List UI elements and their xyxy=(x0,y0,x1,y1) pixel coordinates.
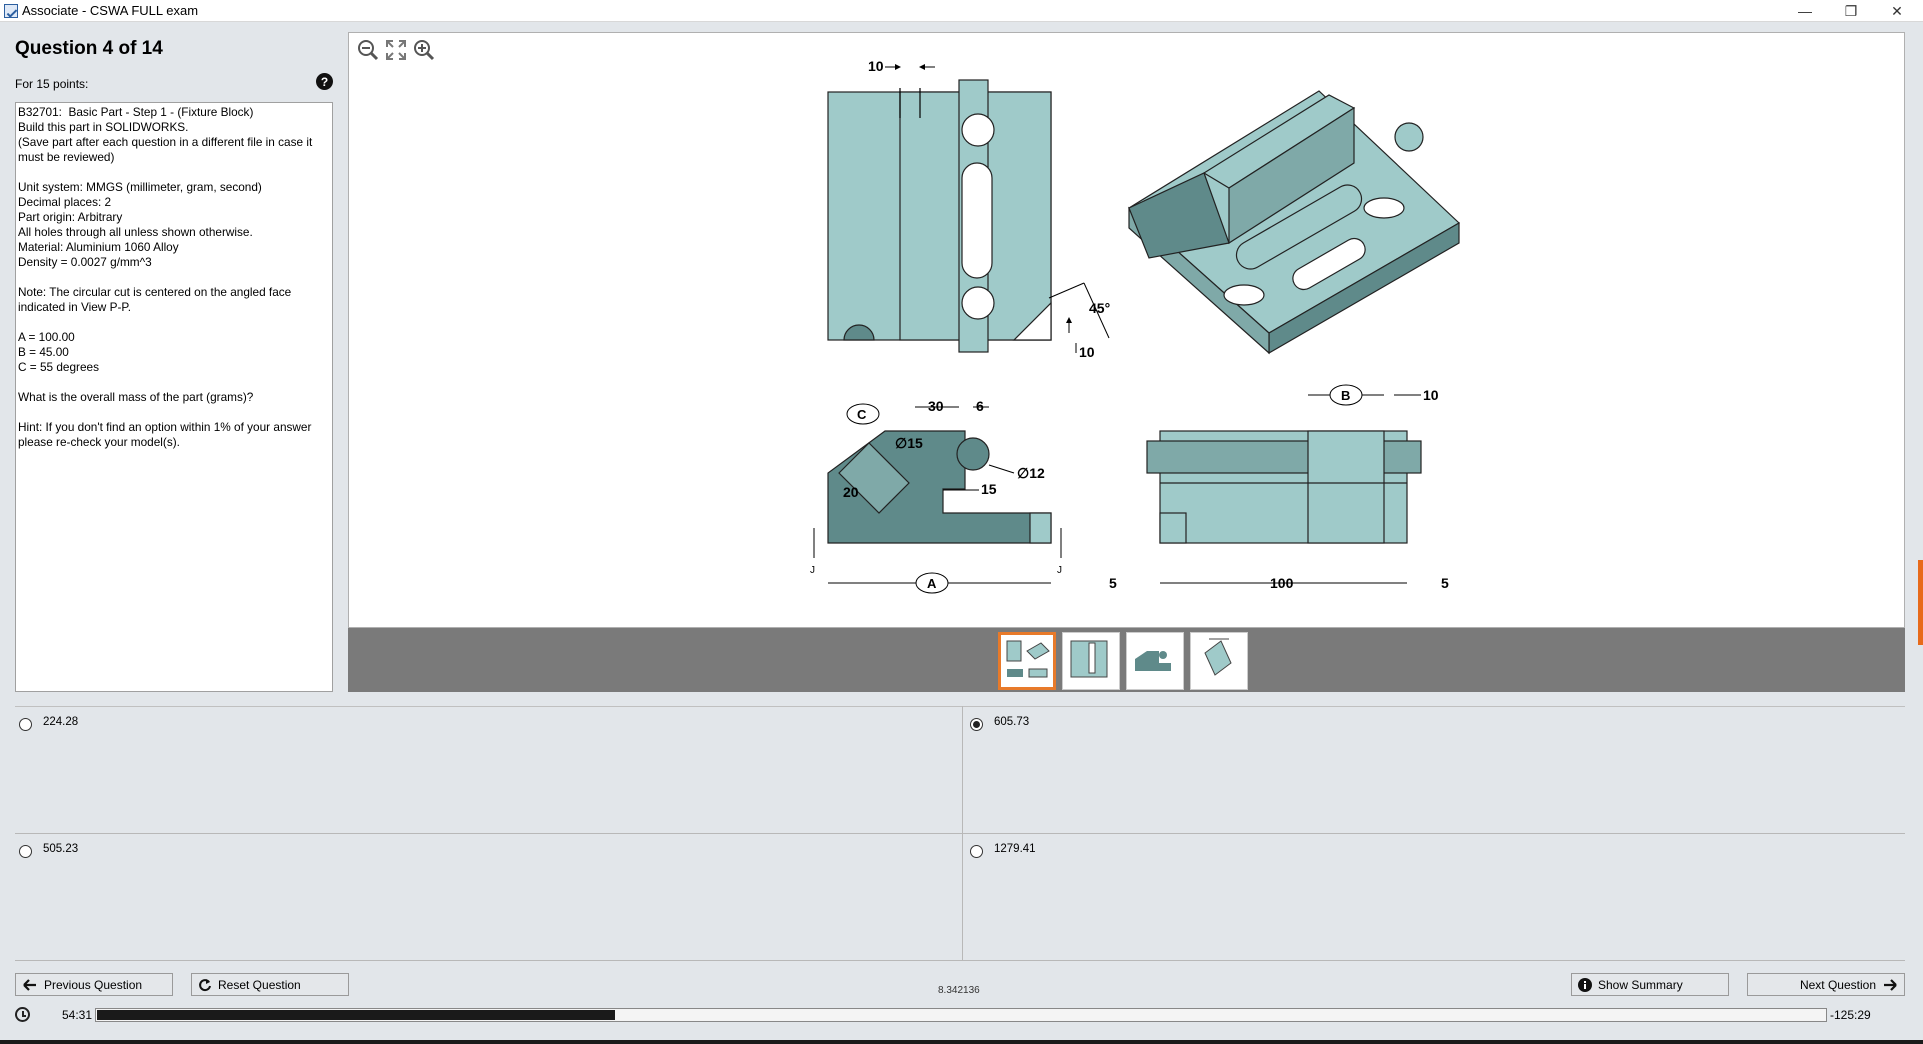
thumbnail-strip xyxy=(348,628,1905,692)
scroll-indicator xyxy=(1918,560,1923,645)
dim-100: 100 xyxy=(1270,575,1294,591)
time-progress-bar xyxy=(95,1008,1827,1022)
section-mark-right: J xyxy=(1057,565,1062,576)
close-button[interactable]: ✕ xyxy=(1874,0,1920,22)
previous-question-button[interactable]: Previous Question xyxy=(15,973,173,996)
dim-dia-12: ∅12 xyxy=(1017,465,1045,481)
dim-top-width: 10 xyxy=(868,58,884,74)
dim-right-10: 10 xyxy=(1423,387,1439,403)
answer-options: 224.28 605.73 505.23 1279.41 xyxy=(15,706,1905,960)
dim-30: 30 xyxy=(928,398,944,414)
zoom-out-icon[interactable] xyxy=(355,37,381,63)
dim-angle: 45° xyxy=(1089,300,1110,316)
question-text: B32701: Basic Part - Step 1 - (Fixture B… xyxy=(15,102,333,692)
svg-text:A: A xyxy=(927,576,937,591)
answers-bottom-divider xyxy=(15,960,1905,961)
dim-bottom-offset: 10 xyxy=(1079,344,1095,360)
remaining-time: -125:29 xyxy=(1830,1008,1871,1022)
help-icon[interactable]: ? xyxy=(316,73,333,90)
build-id: 8.342136 xyxy=(938,985,980,996)
question-title: Question 4 of 14 xyxy=(15,38,163,59)
answer-label: 224.28 xyxy=(43,716,79,728)
minimize-button[interactable]: — xyxy=(1782,0,1828,22)
taskbar-edge xyxy=(0,1040,1923,1044)
dim-15: 15 xyxy=(981,481,997,497)
radio-button[interactable] xyxy=(19,845,32,858)
answer-option-4[interactable]: 1279.41 xyxy=(966,833,1911,960)
points-label: For 15 points: xyxy=(15,77,89,91)
next-question-label: Next Question xyxy=(1799,977,1876,992)
svg-text:B: B xyxy=(1341,388,1350,403)
arrow-right-icon xyxy=(1884,978,1897,991)
answer-label: 1279.41 xyxy=(994,843,1036,855)
engineering-drawing: 10 45° 10 C 30 6 ∅15 ∅12 15 20 A J J B 1… xyxy=(810,58,1460,594)
svg-text:C: C xyxy=(857,407,867,422)
fit-icon[interactable] xyxy=(383,37,409,63)
dim-dia-15: ∅15 xyxy=(895,435,923,451)
answer-label: 605.73 xyxy=(994,716,1030,728)
restore-button[interactable]: ❐ xyxy=(1828,0,1874,22)
front-view xyxy=(827,79,1052,353)
next-question-button[interactable]: Next Question xyxy=(1747,973,1905,996)
thumbnail-4[interactable] xyxy=(1190,632,1248,690)
dim-6: 6 xyxy=(976,398,984,414)
dim-left-5: 5 xyxy=(1109,575,1117,591)
app-icon xyxy=(4,4,18,18)
dim-right-5: 5 xyxy=(1441,575,1449,591)
zoom-toolbar xyxy=(355,37,437,63)
info-icon xyxy=(1578,977,1592,992)
arrow-left-icon xyxy=(23,978,36,991)
window-title: Associate - CSWA FULL exam xyxy=(22,3,199,18)
show-summary-label: Show Summary xyxy=(1598,977,1683,992)
radio-button-selected[interactable] xyxy=(970,718,983,731)
title-bar: Associate - CSWA FULL exam — ❐ ✕ xyxy=(0,0,1923,22)
c-balloon: C xyxy=(846,403,880,425)
zoom-in-icon[interactable] xyxy=(411,37,437,63)
b-balloon: B xyxy=(1329,384,1363,406)
answer-option-3[interactable]: 505.23 xyxy=(15,833,960,960)
time-progress-fill xyxy=(97,1010,616,1020)
answer-label: 505.23 xyxy=(43,843,79,855)
section-mark-left: J xyxy=(810,565,815,576)
reset-question-button[interactable]: Reset Question xyxy=(191,973,349,996)
radio-button[interactable] xyxy=(970,845,983,858)
previous-question-label: Previous Question xyxy=(44,977,143,992)
isometric-view xyxy=(1127,90,1460,355)
answer-option-1[interactable]: 224.28 xyxy=(15,706,960,833)
timer-row: 54:31 -125:29 xyxy=(15,1005,1905,1025)
thumbnail-2[interactable] xyxy=(1062,632,1120,690)
thumbnail-3[interactable] xyxy=(1126,632,1184,690)
side-view xyxy=(827,430,1052,544)
thumbnail-1[interactable] xyxy=(998,632,1056,690)
a-balloon: A xyxy=(915,572,949,594)
reset-icon xyxy=(199,978,211,991)
elapsed-time: 54:31 xyxy=(62,1008,93,1022)
radio-button[interactable] xyxy=(19,718,32,731)
top-view xyxy=(1146,430,1422,544)
reset-question-label: Reset Question xyxy=(218,977,301,992)
show-summary-button[interactable]: Show Summary xyxy=(1571,973,1729,996)
image-viewer[interactable]: 10 45° 10 C 30 6 ∅15 ∅12 15 20 A J J B 1… xyxy=(348,32,1905,628)
clock-icon xyxy=(15,1007,30,1022)
answer-option-2[interactable]: 605.73 xyxy=(966,706,1911,833)
dim-20: 20 xyxy=(843,484,859,500)
